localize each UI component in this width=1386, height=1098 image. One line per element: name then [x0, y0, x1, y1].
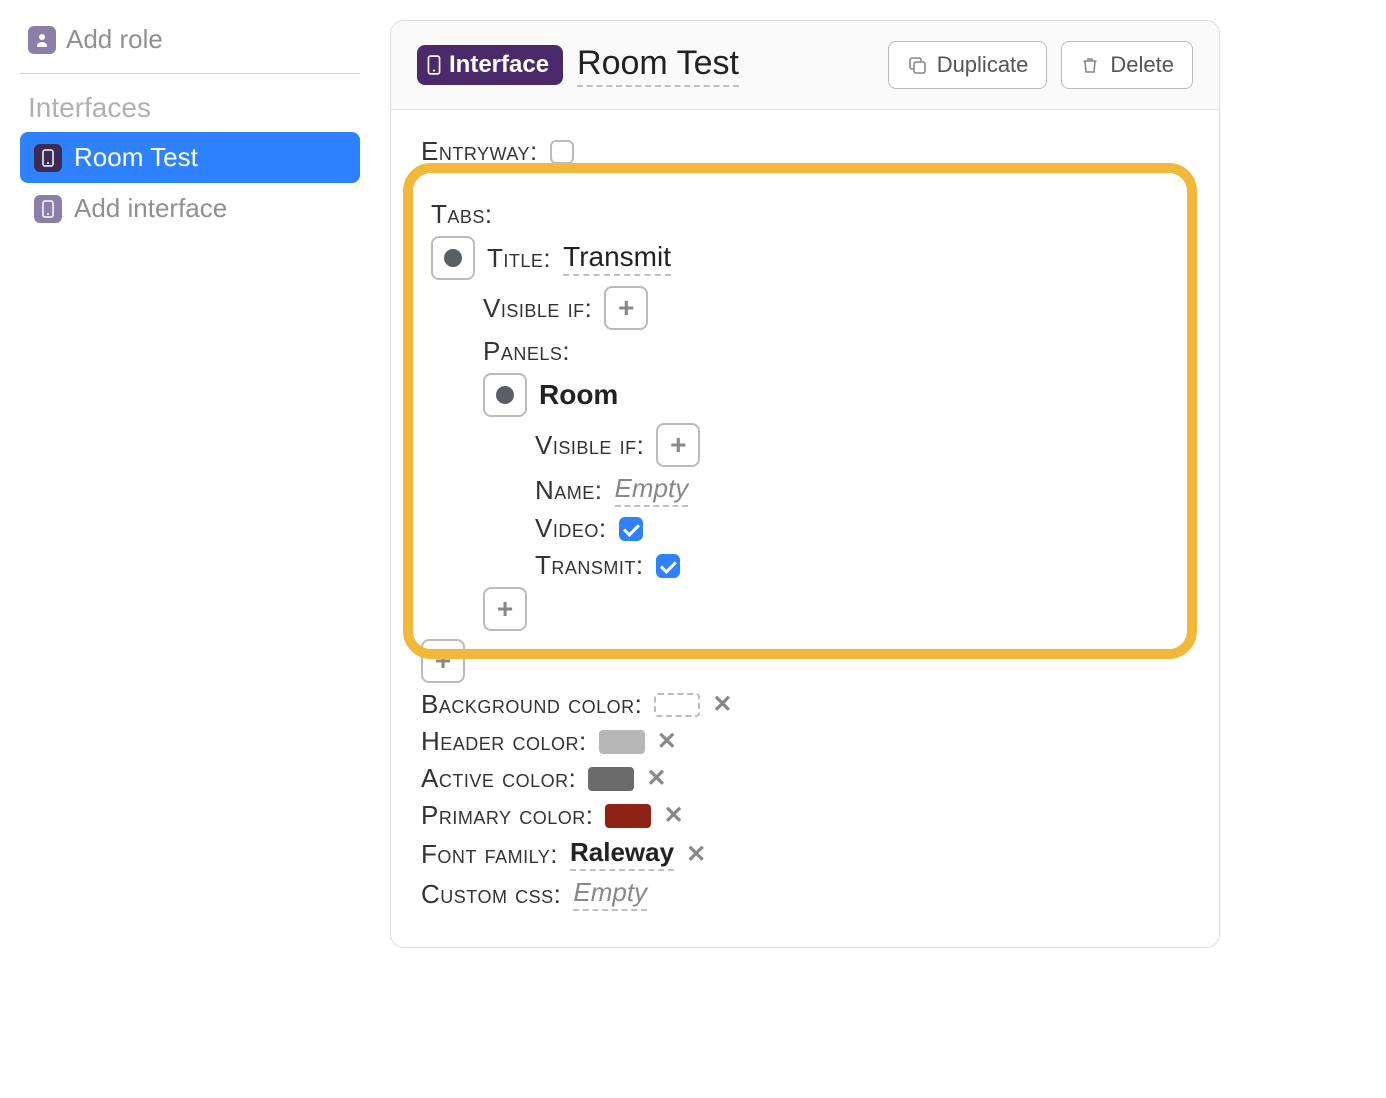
sidebar: Add role Interfaces Room Test Add interf… [20, 20, 360, 234]
header-color-label: Header color: [421, 726, 587, 757]
primary-color-label: Primary color: [421, 800, 593, 831]
copy-icon [907, 55, 927, 75]
panel-type-label: Room [539, 379, 618, 411]
phone-icon [34, 195, 62, 223]
pill-label: Interface [449, 51, 549, 79]
divider [20, 73, 360, 74]
sidebar-item-room-test[interactable]: Room Test [20, 132, 360, 183]
entryway-checkbox[interactable] [550, 140, 574, 164]
content: Entryway: Tabs: Title: Transmit Visible … [391, 110, 1219, 947]
main-panel: Interface Room Test Duplicate Delete Ent… [390, 20, 1220, 948]
clear-background-color-button[interactable]: ✕ [712, 690, 732, 719]
interface-title-input[interactable]: Room Test [577, 44, 739, 87]
phone-icon [427, 55, 441, 75]
highlighted-tabs-section: Tabs: Title: Transmit Visible if: + Pane… [403, 163, 1197, 659]
background-color-label: Background color: [421, 689, 642, 720]
add-role-label: Add role [66, 24, 163, 55]
tab-drag-handle[interactable] [431, 236, 475, 280]
add-panel-button[interactable]: + [483, 587, 527, 631]
panel-video-label: Video: [535, 513, 607, 544]
user-icon [28, 26, 56, 54]
add-interface-button[interactable]: Add interface [20, 183, 360, 234]
duplicate-label: Duplicate [937, 52, 1029, 78]
add-panel-visible-condition-button[interactable]: + [656, 423, 700, 467]
panel-name-label: Name: [535, 475, 603, 506]
duplicate-button[interactable]: Duplicate [888, 41, 1048, 89]
header: Interface Room Test Duplicate Delete [391, 21, 1219, 110]
tab-title-label: Title: [487, 243, 551, 274]
font-family-label: Font family: [421, 839, 558, 870]
header-color-swatch[interactable] [599, 730, 645, 754]
add-visible-condition-button[interactable]: + [604, 286, 648, 330]
interface-pill: Interface [417, 45, 563, 85]
panel-transmit-label: Transmit: [535, 550, 644, 581]
clear-active-color-button[interactable]: ✕ [646, 764, 666, 793]
custom-css-label: Custom css: [421, 879, 561, 910]
panel-visible-if-label: Visible if: [535, 430, 644, 461]
panel-transmit-checkbox[interactable] [656, 554, 680, 578]
primary-color-swatch[interactable] [605, 804, 651, 828]
clear-primary-color-button[interactable]: ✕ [663, 801, 683, 830]
panels-label: Panels: [483, 336, 570, 367]
trash-icon [1080, 55, 1100, 75]
sidebar-item-label: Room Test [74, 142, 198, 173]
clear-font-family-button[interactable]: ✕ [686, 840, 706, 869]
active-color-label: Active color: [421, 763, 576, 794]
panel-drag-handle[interactable] [483, 373, 527, 417]
active-color-swatch[interactable] [588, 767, 634, 791]
tab-visible-if-label: Visible if: [483, 293, 592, 324]
custom-css-input[interactable]: Empty [573, 877, 647, 911]
add-role-button[interactable]: Add role [20, 20, 360, 73]
delete-label: Delete [1110, 52, 1174, 78]
tab-title-input[interactable]: Transmit [563, 241, 671, 276]
interfaces-heading: Interfaces [20, 92, 360, 132]
tabs-label: Tabs: [431, 199, 493, 230]
add-interface-label: Add interface [74, 193, 227, 224]
panel-name-input[interactable]: Empty [615, 473, 689, 507]
background-color-swatch[interactable] [654, 693, 700, 717]
panel-video-checkbox[interactable] [619, 517, 643, 541]
delete-button[interactable]: Delete [1061, 41, 1193, 89]
clear-header-color-button[interactable]: ✕ [657, 727, 677, 756]
phone-icon [34, 144, 62, 172]
font-family-input[interactable]: Raleway [570, 837, 674, 871]
